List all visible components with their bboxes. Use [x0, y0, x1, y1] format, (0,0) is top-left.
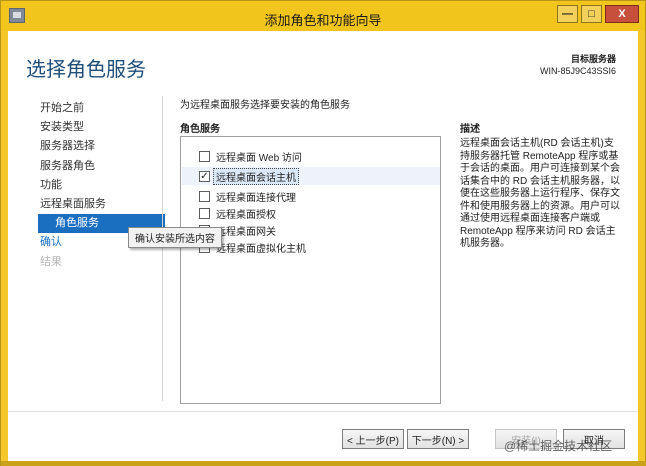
target-server-name: WIN-85J9C43SSI6 — [539, 66, 616, 76]
role-label: 远程桌面虚拟化主机 — [216, 243, 306, 255]
maximize-button[interactable]: □ — [581, 5, 602, 23]
role-item-rd-connection-broker[interactable]: 远程桌面连接代理 — [199, 188, 296, 204]
nav-item-results: 结果 — [40, 255, 62, 268]
nav-item-server-roles[interactable]: 服务器角色 — [40, 157, 165, 176]
role-item-rd-web-access[interactable]: 远程桌面 Web 访问 — [199, 148, 302, 164]
intro-text: 为远程桌面服务选择要安装的角色服务 — [180, 100, 350, 111]
role-item-rd-licensing[interactable]: 远程桌面授权 — [199, 205, 276, 221]
wizard-window: 添加角色和功能向导 — □ X 选择角色服务 目标服务器 WIN-85J9C43… — [0, 0, 646, 466]
footer-divider — [8, 411, 638, 412]
target-server-info: 目标服务器 WIN-85J9C43SSI6 — [540, 53, 616, 77]
role-label: 远程桌面连接代理 — [216, 192, 296, 204]
description-heading: 描述 — [460, 124, 480, 135]
tooltip: 确认安装所选内容 — [128, 227, 222, 248]
nav-item-installation-type[interactable]: 安装类型 — [40, 118, 165, 137]
role-item-rd-session-host[interactable]: ✓ 远程桌面会话主机 — [199, 167, 299, 185]
roles-heading: 角色服务 — [180, 124, 220, 135]
target-server-label: 目标服务器 — [570, 54, 616, 64]
checkbox[interactable] — [199, 190, 210, 202]
nav-item-server-selection[interactable]: 服务器选择 — [40, 137, 165, 156]
taskbar-strip — [1, 461, 646, 466]
checkbox-checked[interactable]: ✓ — [199, 170, 210, 182]
page-title: 选择角色服务 — [26, 57, 146, 81]
window-controls: — □ X — [557, 5, 639, 23]
nav-divider — [162, 96, 163, 401]
nav-item-before-you-begin[interactable]: 开始之前 — [40, 99, 165, 118]
role-label: 远程桌面 Web 访问 — [216, 152, 302, 164]
watermark-text: @稀土掘金技术社区 — [504, 439, 613, 453]
nav-item-features[interactable]: 功能 — [40, 176, 165, 195]
role-services-list: 远程桌面 Web 访问 ✓ 远程桌面会话主机 远程桌面连接代理 远程桌面授权 远… — [180, 136, 441, 404]
description-text: 远程桌面会话主机(RD 会话主机)支持服务器托管 RemoteApp 程序或基于… — [460, 138, 620, 249]
wizard-client-area: 选择角色服务 目标服务器 WIN-85J9C43SSI6 开始之前 安装类型 服… — [8, 31, 638, 461]
checkbox[interactable] — [199, 150, 210, 162]
window-title: 添加角色和功能向导 — [264, 14, 382, 29]
title-bar[interactable]: 添加角色和功能向导 — □ X — [1, 1, 645, 31]
role-label: 远程桌面授权 — [216, 209, 276, 221]
previous-button[interactable]: < 上一步(P) — [342, 429, 404, 449]
minimize-button[interactable]: — — [557, 5, 578, 23]
nav-item-remote-desktop-services[interactable]: 远程桌面服务 — [40, 195, 165, 214]
role-label: 远程桌面网关 — [216, 226, 276, 238]
next-button[interactable]: 下一步(N) > — [407, 429, 469, 449]
close-button[interactable]: X — [605, 5, 639, 23]
role-label: 远程桌面会话主机 — [213, 167, 299, 185]
checkbox[interactable] — [199, 207, 210, 219]
